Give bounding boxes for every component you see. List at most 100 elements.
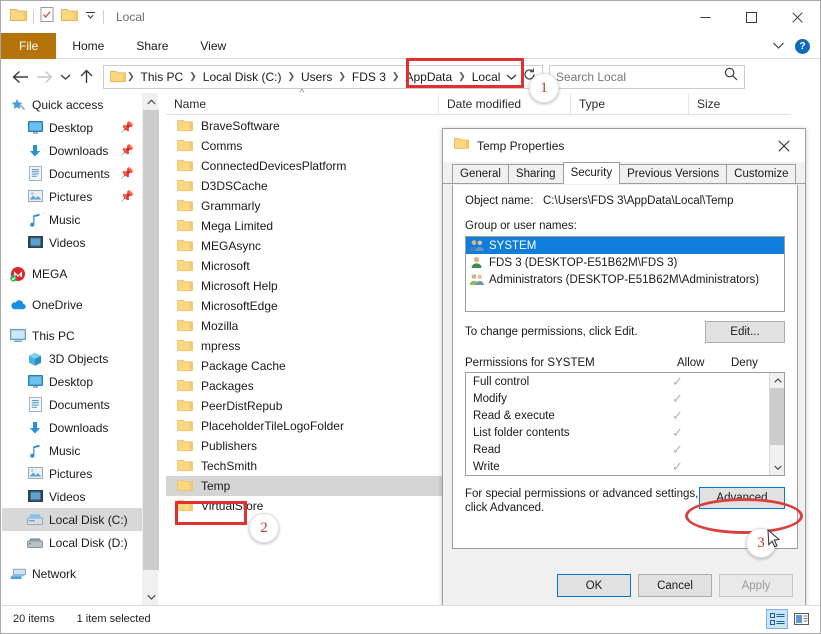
file-name: Microsoft Help [201, 279, 278, 293]
ribbon-tab-file[interactable]: File [1, 33, 57, 59]
permissions-list[interactable]: Full control ✓ Modify ✓ Read & execute ✓… [465, 372, 785, 476]
new-folder-icon[interactable] [61, 8, 78, 27]
sidebar-item-onedrive[interactable]: OneDrive [2, 293, 142, 316]
breadcrumb-item-local[interactable]: Local [467, 67, 506, 87]
sidebar-label: MEGA [32, 266, 68, 281]
window-title: Local [116, 10, 145, 24]
sidebar-item-pictures[interactable]: Pictures 📌 [2, 185, 142, 208]
pin-icon[interactable]: 📌 [120, 167, 134, 180]
pin-icon[interactable]: 📌 [120, 190, 134, 203]
address-bar[interactable]: ❯ This PC ❯ Local Disk (C:) ❯ Users ❯ FD… [103, 64, 543, 89]
forward-button[interactable] [32, 64, 56, 90]
sidebar-item-pc-pictures[interactable]: Pictures [2, 462, 142, 485]
sidebar-item-desktop[interactable]: Desktop 📌 [2, 116, 142, 139]
tab-previous-versions[interactable]: Previous Versions [619, 164, 728, 183]
permission-row-modify[interactable]: Modify ✓ [466, 390, 784, 407]
sidebar-scrollbar[interactable] [142, 93, 159, 605]
user-row-administrators[interactable]: Administrators (DESKTOP-E51B62M\Administ… [466, 271, 784, 288]
sidebar-item-pc-desktop[interactable]: Desktop [2, 370, 142, 393]
file-name: Packages [201, 379, 254, 393]
permissions-scroll-thumb[interactable] [770, 388, 784, 445]
chevron-down-icon[interactable] [772, 37, 785, 55]
minimize-button[interactable] [682, 1, 728, 33]
sidebar-item-pc-videos[interactable]: Videos [2, 485, 142, 508]
search-box[interactable]: Search Local [549, 64, 745, 89]
permissions-scrollbar[interactable] [769, 373, 784, 475]
pin-icon[interactable]: 📌 [120, 144, 134, 157]
ribbon-tab-share[interactable]: Share [120, 33, 184, 59]
help-icon[interactable]: ? [795, 38, 810, 54]
sidebar-item-videos[interactable]: Videos [2, 231, 142, 254]
ribbon-tabs: File Home Share View ? [1, 33, 820, 59]
recent-locations-button[interactable] [56, 64, 74, 90]
scroll-down-icon[interactable] [770, 460, 784, 475]
close-button[interactable] [774, 1, 820, 33]
maximize-button[interactable] [728, 1, 774, 33]
scroll-up-icon[interactable] [143, 93, 159, 110]
cancel-button[interactable]: Cancel [638, 574, 712, 597]
user-row-system[interactable]: SYSTEM [466, 237, 784, 254]
permission-row-full-control[interactable]: Full control ✓ [466, 373, 784, 390]
user-row-fds3[interactable]: FDS 3 (DESKTOP-E51B62M\FDS 3) [466, 254, 784, 271]
column-header-size[interactable]: Size [688, 92, 768, 115]
sidebar-item-this-pc[interactable]: This PC [2, 324, 142, 347]
sidebar-item-music[interactable]: Music [2, 208, 142, 231]
permission-row-read[interactable]: Read ✓ [466, 441, 784, 458]
sidebar-scroll-thumb[interactable] [143, 110, 159, 570]
previous-locations-icon[interactable] [506, 68, 517, 86]
breadcrumb-item-local-disk-c[interactable]: Local Disk (C:) [198, 67, 287, 87]
tab-sharing[interactable]: Sharing [507, 164, 564, 183]
search-icon[interactable] [724, 67, 738, 86]
edit-button[interactable]: Edit... [705, 321, 785, 343]
scroll-down-icon[interactable] [143, 588, 159, 605]
pin-icon[interactable]: 📌 [120, 121, 134, 134]
sidebar-item-local-disk-d[interactable]: Local Disk (D:) [2, 531, 142, 554]
sidebar-item-downloads[interactable]: Downloads 📌 [2, 139, 142, 162]
sidebar-item-pc-music[interactable]: Music [2, 439, 142, 462]
sidebar-item-mega[interactable]: MEGA [2, 262, 142, 285]
sidebar-item-local-disk-c[interactable]: Local Disk (C:) [2, 508, 142, 531]
file-name: Temp [201, 479, 231, 493]
tab-security[interactable]: Security [562, 162, 621, 184]
3d-objects-icon [27, 351, 43, 367]
up-button[interactable] [74, 64, 98, 90]
permission-row-write[interactable]: Write ✓ [466, 458, 784, 475]
scroll-up-icon[interactable] [770, 373, 784, 388]
column-header-name[interactable]: ^ Name [166, 88, 438, 115]
column-header-type[interactable]: Type [570, 92, 688, 115]
large-icons-view-button[interactable] [790, 609, 812, 629]
ribbon-tab-home[interactable]: Home [56, 33, 120, 59]
sidebar-item-quick-access[interactable]: Quick access [2, 93, 142, 116]
tab-customize[interactable]: Customize [726, 164, 797, 183]
sidebar-item-pc-downloads[interactable]: Downloads [2, 416, 142, 439]
selection-status: 1 item selected [76, 613, 151, 625]
sidebar-item-network[interactable]: Network [2, 562, 142, 585]
breadcrumb-separator: ❯ [127, 71, 135, 81]
ok-button[interactable]: OK [557, 574, 631, 597]
sidebar-item-3d-objects[interactable]: 3D Objects [2, 347, 142, 370]
tab-general[interactable]: General [452, 164, 509, 183]
breadcrumb-item-appdata[interactable]: AppData [400, 67, 457, 87]
apply-button[interactable]: Apply [719, 574, 793, 597]
permission-row-list-folder-contents[interactable]: List folder contents ✓ [466, 424, 784, 441]
group-user-list[interactable]: SYSTEM FDS 3 (DESKTOP-E51B62M\FDS 3) Adm… [465, 236, 785, 312]
customize-qat-dropdown-icon[interactable] [84, 8, 97, 26]
sidebar-item-documents[interactable]: Documents 📌 [2, 162, 142, 185]
breadcrumb-item-fds3[interactable]: FDS 3 [347, 67, 391, 87]
sidebar-item-pc-documents[interactable]: Documents [2, 393, 142, 416]
pictures-icon [27, 466, 43, 482]
details-view-button[interactable] [766, 609, 788, 629]
back-button[interactable] [8, 64, 32, 90]
breadcrumb-item-this-pc[interactable]: This PC [136, 67, 189, 87]
permission-label: List folder contents [473, 426, 570, 439]
breadcrumb-item-users[interactable]: Users [296, 67, 337, 87]
properties-icon[interactable] [40, 7, 55, 27]
sidebar-label: Local Disk (C:) [49, 512, 128, 527]
window-controls [682, 1, 820, 33]
dialog-close-button[interactable] [763, 129, 805, 162]
advanced-button[interactable]: Advanced [699, 487, 785, 509]
search-input[interactable]: Search Local [556, 70, 724, 84]
ribbon-tab-view[interactable]: View [184, 33, 242, 59]
breadcrumb-separator: ❯ [458, 71, 466, 81]
permission-row-read-execute[interactable]: Read & execute ✓ [466, 407, 784, 424]
